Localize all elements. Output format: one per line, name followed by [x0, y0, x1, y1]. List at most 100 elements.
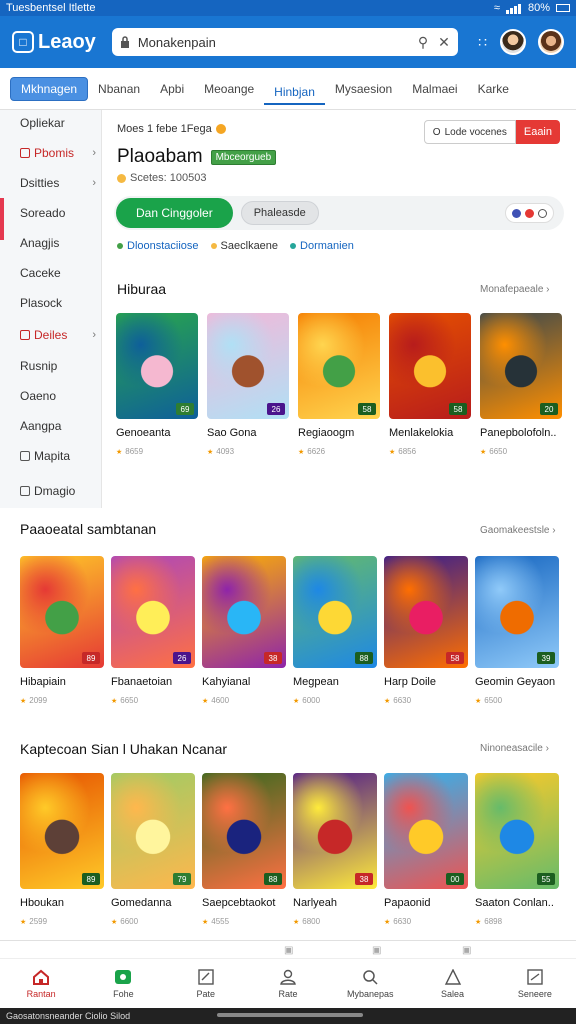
compare-pill[interactable]: O Lode vocenes: [423, 120, 516, 144]
legend-label: Dloonstaciiose: [127, 240, 199, 252]
sidebar-item-5[interactable]: Caceke: [20, 266, 96, 280]
game-card[interactable]: 89 Hibapiain ★ 2099: [20, 556, 104, 705]
game-card[interactable]: 55 Saaton Conlan.. ★ 6898: [475, 773, 559, 926]
tab-1[interactable]: Nbanan: [88, 77, 150, 101]
tab-5[interactable]: Mysaesion: [325, 77, 402, 101]
game-meta-value: 8659: [125, 447, 144, 456]
game-thumbnail[interactable]: 88: [202, 773, 286, 889]
home-indicator[interactable]: [217, 1013, 363, 1017]
game-thumbnail[interactable]: 88: [293, 556, 377, 668]
game-thumbnail[interactable]: 39: [475, 556, 559, 668]
game-thumbnail[interactable]: 38: [293, 773, 377, 889]
nav-label: Rantan: [26, 988, 56, 999]
game-meta-value: 6000: [302, 696, 321, 705]
sidebar-item-7[interactable]: Deiles ›: [20, 328, 96, 342]
sidebar-item-label: Caceke: [20, 266, 61, 280]
game-card[interactable]: 20 Panepbolofoln.. ★ 6650: [480, 313, 562, 456]
tab-6[interactable]: Malmaei: [402, 77, 467, 101]
section-more-link[interactable]: Monafepaeale ›: [480, 284, 550, 295]
red-action-button[interactable]: Eaain: [515, 120, 560, 144]
sidebar-item-2[interactable]: Dsitties ›: [20, 176, 96, 190]
game-meta-value: 2099: [29, 696, 48, 705]
game-card[interactable]: 88 Megpean ★ 6000: [293, 556, 377, 705]
game-title: Sao Gona: [207, 427, 257, 439]
nav-home[interactable]: Rantan: [5, 969, 77, 999]
sidebar-item-3[interactable]: Soreado: [20, 206, 96, 220]
game-meta: ★ 6630: [384, 917, 468, 926]
legend: Dloonstaciiose Saeclkaene Dormanien: [117, 240, 354, 252]
game-thumbnail[interactable]: 89: [20, 773, 104, 889]
game-thumbnail[interactable]: 58: [384, 556, 468, 668]
game-meta-value: 4555: [211, 917, 230, 926]
status-text: Tuesbentsel Itlette: [6, 2, 96, 14]
nav-games[interactable]: Fohe: [87, 969, 159, 999]
section-more-link[interactable]: Gaomakeestsle ›: [480, 525, 556, 536]
secondary-button[interactable]: Phaleasde: [240, 201, 319, 225]
status-bar: Tuesbentsel Itlette ≈ 80%: [0, 0, 576, 16]
sidebar-item-10[interactable]: Aangpa: [20, 419, 96, 433]
nav-item-7[interactable]: Seneere: [499, 968, 571, 999]
sidebar-item-8[interactable]: Rusnip: [20, 359, 96, 373]
game-meta-value: 2599: [29, 917, 48, 926]
close-icon[interactable]: ✕: [438, 34, 450, 51]
game-card[interactable]: 69 Genoeanta ★ 8659: [116, 313, 198, 456]
game-title: Papaonid: [384, 897, 431, 909]
apps-grid-icon[interactable]: ∷: [478, 34, 488, 51]
sidebar-item-12[interactable]: Dmagio: [20, 484, 96, 498]
game-thumbnail[interactable]: 89: [20, 556, 104, 668]
sidebar-item-9[interactable]: Oaeno: [20, 389, 96, 403]
game-card[interactable]: 00 Papaonid ★ 6630: [384, 773, 468, 926]
game-thumbnail[interactable]: 79: [111, 773, 195, 889]
app-logo[interactable]: □ Leaoy: [12, 31, 96, 54]
tab-2[interactable]: Apbi: [150, 77, 194, 101]
sidebar-item-6[interactable]: Plasock: [20, 296, 96, 310]
sidebar-item-0[interactable]: Opliekar: [20, 116, 96, 130]
game-card[interactable]: 89 Hboukan ★ 2599: [20, 773, 104, 926]
dot-icon: [538, 208, 547, 218]
game-title: Menlakelokia: [389, 427, 454, 439]
nav-item-6[interactable]: Salea: [417, 968, 489, 999]
section-more-link[interactable]: Ninoneasacile ›: [480, 743, 549, 754]
game-card[interactable]: 26 Fbanaetoian ★ 6650: [111, 556, 195, 705]
primary-button[interactable]: Dan Cinggoler: [116, 198, 233, 228]
sidebar-item-4[interactable]: Anagjis: [20, 236, 96, 250]
tab-7[interactable]: Karke: [468, 77, 519, 101]
game-thumbnail[interactable]: 58: [298, 313, 380, 419]
game-card[interactable]: 38 Narlyeah ★ 6800: [293, 773, 377, 926]
nav-item-3[interactable]: Pate: [170, 968, 242, 999]
rating-badge: 89: [82, 652, 100, 664]
search-icon[interactable]: ⚲: [418, 34, 428, 51]
game-thumbnail[interactable]: 00: [384, 773, 468, 889]
game-thumbnail[interactable]: 55: [475, 773, 559, 889]
rating-badge: 58: [449, 403, 467, 415]
sidebar-item-11[interactable]: Mapita: [20, 449, 96, 463]
nav-search[interactable]: Mybanepas: [334, 969, 406, 999]
nav-item-4[interactable]: Rate: [252, 969, 324, 999]
game-card[interactable]: 58 Regiaoogm ★ 6626: [298, 313, 380, 456]
game-title: Megpean: [293, 676, 339, 688]
game-card[interactable]: 88 Saepcebtaokot ★ 4555: [202, 773, 286, 926]
game-card[interactable]: 58 Harp Doile ★ 6630: [384, 556, 468, 705]
tab-0[interactable]: Mkhnagen: [10, 76, 89, 101]
game-thumbnail[interactable]: 26: [111, 556, 195, 668]
game-card[interactable]: 39 Geomin Geyaon ★ 6500: [475, 556, 559, 705]
sidebar: Opliekar Pbomis › Dsitties › Soreado Anagj…: [0, 110, 102, 508]
game-thumbnail[interactable]: 69: [116, 313, 198, 419]
game-card[interactable]: 58 Menlakelokia ★ 6856: [389, 313, 471, 456]
game-card[interactable]: 26 Sao Gona ★ 4093: [207, 313, 289, 456]
game-thumbnail[interactable]: 20: [480, 313, 562, 419]
game-thumbnail[interactable]: 26: [207, 313, 289, 419]
game-card[interactable]: 79 Gomedanna ★ 6600: [111, 773, 195, 926]
star-icon: ★: [389, 448, 396, 456]
avatar[interactable]: [500, 29, 526, 55]
search-input[interactable]: Monakenpain ⚲ ✕: [111, 28, 458, 56]
game-thumbnail[interactable]: 58: [389, 313, 471, 419]
rating-badge: 26: [173, 652, 191, 664]
game-card[interactable]: 38 Kahyianal ★ 4600: [202, 556, 286, 705]
option-dots[interactable]: [505, 203, 554, 223]
game-thumbnail[interactable]: 38: [202, 556, 286, 668]
tab-4[interactable]: Hinbjan: [264, 73, 325, 105]
sidebar-item-1[interactable]: Pbomis ›: [20, 146, 96, 160]
tab-3[interactable]: Meoange: [194, 77, 264, 101]
avatar-secondary[interactable]: [538, 29, 564, 55]
